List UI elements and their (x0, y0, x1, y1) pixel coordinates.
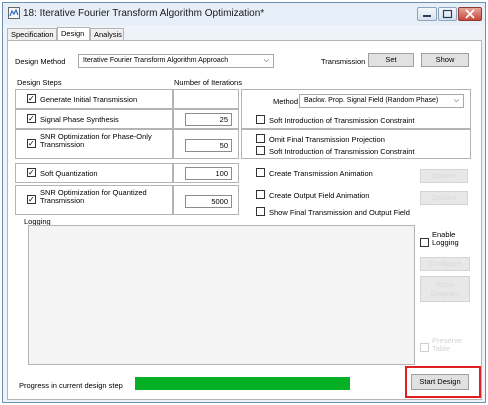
phase-synthesis-checkbox[interactable] (27, 114, 36, 123)
generate-checkbox[interactable] (27, 94, 36, 103)
snr-quantized-iterations[interactable]: 5000 (185, 195, 232, 208)
design-method-select[interactable]: Iterative Fourier Transform Algorithm Ap… (78, 54, 274, 68)
snr-phase-only-label: SNR Optimization for Phase-Only Transmis… (40, 132, 152, 149)
show-button[interactable]: Show (421, 53, 469, 67)
minimize-icon (423, 15, 431, 17)
options-button-1[interactable]: Options (420, 169, 468, 183)
iterations-header: Number of Iterations (174, 78, 242, 87)
design-method-label: Design Method (15, 57, 66, 66)
phase-synthesis-iterations[interactable]: 25 (185, 113, 232, 126)
omit-final-label: Omit Final Transmission Projection (269, 135, 385, 144)
method-label: Method (273, 97, 299, 106)
enable-logging-checkbox[interactable] (420, 238, 429, 247)
enable-logging-label: Enable Logging (432, 230, 459, 247)
close-icon (465, 9, 475, 19)
design-method-value: Iterative Fourier Transform Algorithm Ap… (83, 57, 229, 64)
preserve-table-checkbox[interactable] (420, 343, 429, 352)
tab-specification[interactable]: Specification (7, 28, 57, 40)
transmission-label: Transmission (321, 57, 366, 66)
show-diagram-button[interactable]: Show Diagram (420, 276, 470, 302)
design-panel: Design Method Iterative Fourier Transfor… (7, 40, 482, 400)
tab-design[interactable]: Design (57, 27, 90, 40)
snr-quantized-checkbox[interactable] (27, 195, 36, 204)
generate-label: Generate Initial Transmission (40, 95, 138, 104)
maximize-button[interactable] (438, 7, 457, 21)
soft-quantization-iterations[interactable]: 100 (185, 167, 232, 180)
omit-final-checkbox[interactable] (256, 134, 265, 143)
phase-synthesis-label: Signal Phase Synthesis (40, 115, 119, 124)
soft-intro-1-checkbox[interactable] (256, 115, 265, 124)
create-trans-anim-label: Create Transmission Animation (269, 169, 373, 178)
chevron-down-icon: ⌵ (263, 57, 269, 64)
soft-quantization-label: Soft Quantization (40, 169, 98, 178)
create-trans-anim-checkbox[interactable] (256, 168, 265, 177)
snr-phase-only-iterations[interactable]: 50 (185, 139, 232, 152)
set-button[interactable]: Set (368, 53, 414, 67)
title-bar: 18: Iterative Fourier Transform Algorith… (3, 3, 485, 25)
options-button-2[interactable]: Options (420, 191, 468, 205)
window-title: 18: Iterative Fourier Transform Algorith… (23, 8, 265, 19)
close-button[interactable] (458, 7, 482, 21)
app-icon (8, 7, 20, 19)
configure-button[interactable]: Configure (420, 257, 470, 271)
create-output-anim-label: Create Output Field Animation (269, 191, 370, 200)
soft-intro-2-label: Soft Introduction of Transmission Constr… (269, 147, 415, 156)
snr-quantized-label: SNR Optimization for Quantized Transmiss… (40, 188, 147, 205)
step-generate-iter-box (173, 89, 239, 109)
method-select[interactable]: Backw. Prop. Signal Field (Random Phase)… (299, 94, 464, 108)
tab-analysis[interactable]: Analysis (90, 28, 124, 40)
progress-label: Progress in current design step (19, 381, 123, 390)
soft-intro-2-checkbox[interactable] (256, 146, 265, 155)
show-final-checkbox[interactable] (256, 207, 265, 216)
soft-quantization-checkbox[interactable] (27, 168, 36, 177)
chevron-down-icon: ⌵ (453, 97, 459, 104)
progress-bar (135, 377, 350, 390)
preserve-table-label: Preserve Table (432, 336, 463, 353)
minimize-button[interactable] (417, 7, 437, 21)
show-final-label: Show Final Transmission and Output Field (269, 208, 410, 217)
start-design-highlight (405, 366, 481, 398)
method-value: Backw. Prop. Signal Field (Random Phase) (304, 97, 439, 104)
design-steps-header: Design Steps (17, 78, 62, 87)
app-window: 18: Iterative Fourier Transform Algorith… (2, 2, 486, 403)
snr-phase-only-checkbox[interactable] (27, 139, 36, 148)
soft-intro-1-label: Soft Introduction of Transmission Constr… (269, 116, 415, 125)
maximize-icon (442, 9, 453, 19)
create-output-anim-checkbox[interactable] (256, 190, 265, 199)
log-output[interactable] (28, 225, 415, 365)
